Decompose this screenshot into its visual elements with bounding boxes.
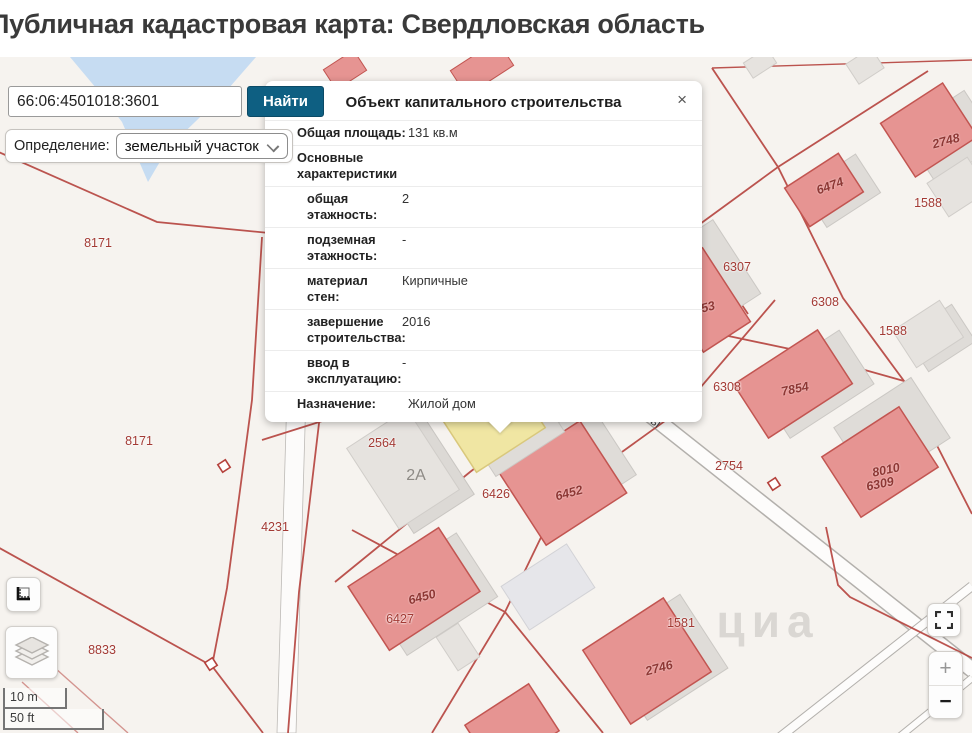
scale-bar: 10 m 50 ft: [3, 688, 104, 730]
fullscreen-button[interactable]: [927, 603, 961, 637]
app-header: Публичная кадастровая карта: Свердловска…: [0, 0, 972, 58]
popup-title: Объект капитального строительства: [265, 81, 702, 120]
search-bar: Найти: [8, 86, 324, 117]
popup-row: ввод в эксплуатацию:-: [265, 350, 702, 391]
object-info-popup: × Объект капитального строительства Обща…: [265, 81, 702, 422]
popup-row-value: 131 кв.м: [408, 125, 458, 141]
popup-row: Основные характеристики: [265, 145, 702, 186]
popup-row: общая этажность:2: [265, 186, 702, 227]
cadastral-map-page: Публичная кадастровая карта: Свердловска…: [0, 0, 972, 733]
zoom-control: + −: [928, 651, 963, 719]
popup-row-label: Назначение:: [297, 396, 408, 412]
page-title: Публичная кадастровая карта: Свердловска…: [0, 9, 972, 40]
popup-row-label: завершение строительства:: [307, 314, 402, 346]
filter-label: Определение:: [14, 138, 110, 154]
popup-row: завершение строительства:2016: [265, 309, 702, 350]
popup-row-label: Основные характеристики: [297, 150, 408, 182]
popup-row: материал стен:Кирпичные: [265, 268, 702, 309]
popup-row: подземная этажность:-: [265, 227, 702, 268]
zoom-out-button[interactable]: −: [929, 686, 962, 719]
popup-row-value: 2: [402, 191, 409, 207]
popup-row-value: -: [402, 232, 406, 248]
map-viewport[interactable]: 8171817142318833256464262754630763086308…: [0, 57, 972, 733]
popup-row-label: материал стен:: [307, 273, 402, 305]
zoom-in-button[interactable]: +: [929, 652, 962, 686]
selected-option: земельный участок: [125, 138, 259, 155]
popup-row-label: общая этажность:: [307, 191, 402, 223]
search-input[interactable]: [8, 86, 242, 117]
popup-row-value: 2016: [402, 314, 430, 330]
popup-row: Общая площадь:131 кв.м: [265, 120, 702, 145]
popup-row-value: -: [402, 355, 406, 371]
chevron-down-icon: [267, 140, 280, 153]
popup-row-label: подземная этажность:: [307, 232, 402, 264]
layers-button[interactable]: [5, 626, 58, 679]
scale-metric: 10 m: [3, 688, 67, 709]
scale-imperial: 50 ft: [3, 709, 104, 730]
filter-bar: Определение: земельный участок: [5, 129, 293, 163]
popup-close-button[interactable]: ×: [673, 87, 691, 112]
fullscreen-icon: [935, 611, 953, 629]
popup-row-label: ввод в эксплуатацию:: [307, 355, 402, 387]
popup-row-value: Жилой дом: [408, 396, 476, 412]
object-type-select[interactable]: земельный участок: [116, 133, 288, 159]
popup-table: Общая площадь:131 кв.мОсновные характери…: [265, 120, 702, 416]
popup-row-value: Кирпичные: [402, 273, 468, 289]
ruler-icon: [14, 585, 33, 604]
popup-row-label: Общая площадь:: [297, 125, 408, 141]
popup-row: Назначение:Жилой дом: [265, 391, 702, 416]
search-button[interactable]: Найти: [247, 86, 324, 117]
measure-button[interactable]: [6, 577, 41, 612]
layers-icon: [13, 637, 51, 669]
